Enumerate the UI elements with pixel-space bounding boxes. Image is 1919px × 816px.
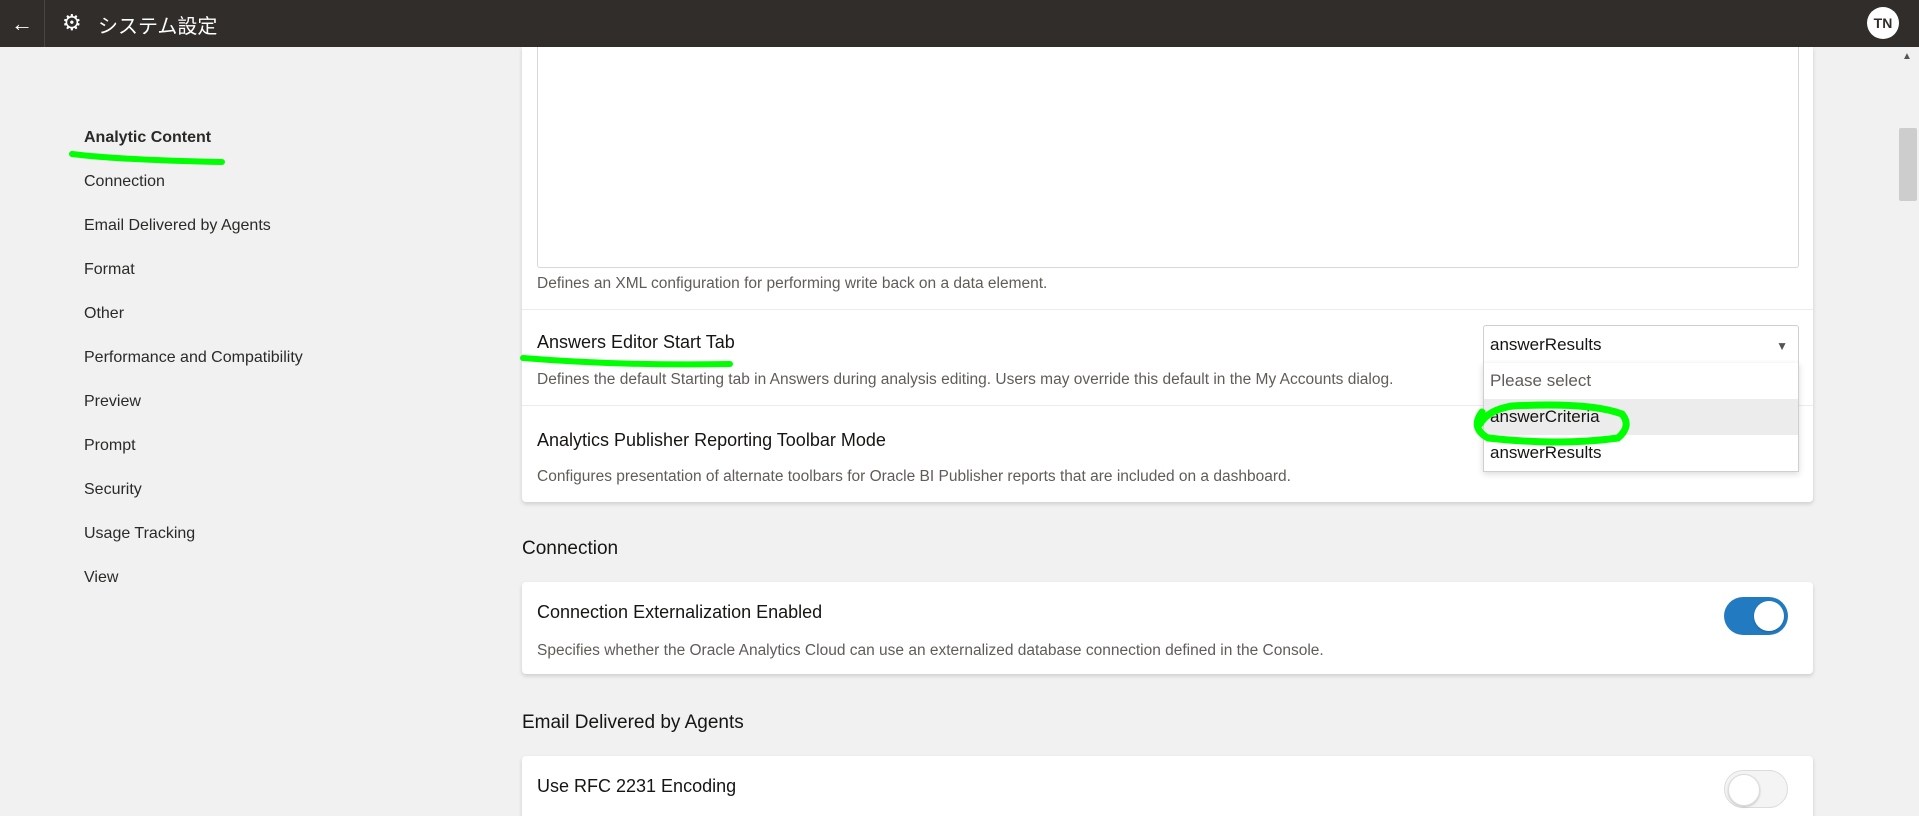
gear-icon: ⚙ (62, 10, 82, 35)
back-button[interactable]: ← (0, 0, 45, 47)
sidebar-item-analytic-content[interactable]: Analytic Content (84, 116, 484, 160)
rfc-encoding-toggle[interactable] (1724, 770, 1788, 808)
back-arrow-icon: ← (11, 10, 33, 36)
sidebar-item-security[interactable]: Security (84, 468, 484, 512)
divider (522, 309, 1813, 310)
start-tab-select[interactable]: answerResults ▼ (1483, 325, 1799, 365)
settings-content: Defines an XML configuration for perform… (522, 47, 1814, 816)
analytic-content-card: Defines an XML configuration for perform… (522, 47, 1813, 502)
start-tab-label: Answers Editor Start Tab (537, 332, 735, 352)
app-header: ← ⚙ システム設定 TN (0, 0, 1919, 47)
section-title-connection: Connection (522, 538, 619, 559)
sidebar-item-other[interactable]: Other (84, 292, 484, 336)
start-tab-dropdown: Please select answerCriteria answerResul… (1483, 363, 1799, 472)
start-tab-selected-value: answerResults (1490, 335, 1602, 354)
chevron-down-icon: ▼ (1776, 339, 1788, 353)
xml-config-textarea[interactable] (537, 47, 1799, 268)
connection-externalization-label: Connection Externalization Enabled (537, 602, 823, 622)
rfc-encoding-label: Use RFC 2231 Encoding (537, 776, 737, 796)
xml-config-description: Defines an XML configuration for perform… (537, 275, 1048, 292)
connection-externalization-toggle[interactable] (1724, 597, 1788, 635)
sidebar-item-connection[interactable]: Connection (84, 160, 484, 204)
toggle-knob (1754, 601, 1784, 631)
dropdown-option-answer-results[interactable]: answerResults (1484, 435, 1798, 471)
sidebar-item-usage-tracking[interactable]: Usage Tracking (84, 512, 484, 556)
email-card: Use RFC 2231 Encoding (522, 756, 1813, 816)
scroll-thumb[interactable] (1899, 128, 1917, 201)
section-title-email: Email Delivered by Agents (522, 712, 744, 733)
dropdown-option-placeholder[interactable]: Please select (1484, 363, 1798, 399)
sidebar-item-format[interactable]: Format (84, 248, 484, 292)
sidebar-item-email-delivered-by-agents[interactable]: Email Delivered by Agents (84, 204, 484, 248)
sidebar-nav: Analytic Content Connection Email Delive… (84, 116, 484, 600)
start-tab-description: Defines the default Starting tab in Answ… (537, 371, 1394, 388)
connection-card: Connection Externalization Enabled Speci… (522, 582, 1813, 674)
sidebar-item-performance-and-compatibility[interactable]: Performance and Compatibility (84, 336, 484, 380)
toggle-knob (1728, 774, 1760, 806)
page-scrollbar[interactable]: ▲ (1897, 47, 1919, 807)
dropdown-option-answer-criteria[interactable]: answerCriteria (1484, 399, 1798, 435)
sidebar-item-preview[interactable]: Preview (84, 380, 484, 424)
scroll-up-icon[interactable]: ▲ (1902, 51, 1912, 62)
publisher-toolbar-description: Configures presentation of alternate too… (537, 468, 1291, 485)
page-title: システム設定 (98, 16, 218, 38)
connection-externalization-description: Specifies whether the Oracle Analytics C… (537, 642, 1324, 659)
user-avatar[interactable]: TN (1867, 7, 1899, 39)
sidebar-item-view[interactable]: View (84, 556, 484, 600)
sidebar-item-prompt[interactable]: Prompt (84, 424, 484, 468)
publisher-toolbar-label: Analytics Publisher Reporting Toolbar Mo… (537, 430, 886, 450)
